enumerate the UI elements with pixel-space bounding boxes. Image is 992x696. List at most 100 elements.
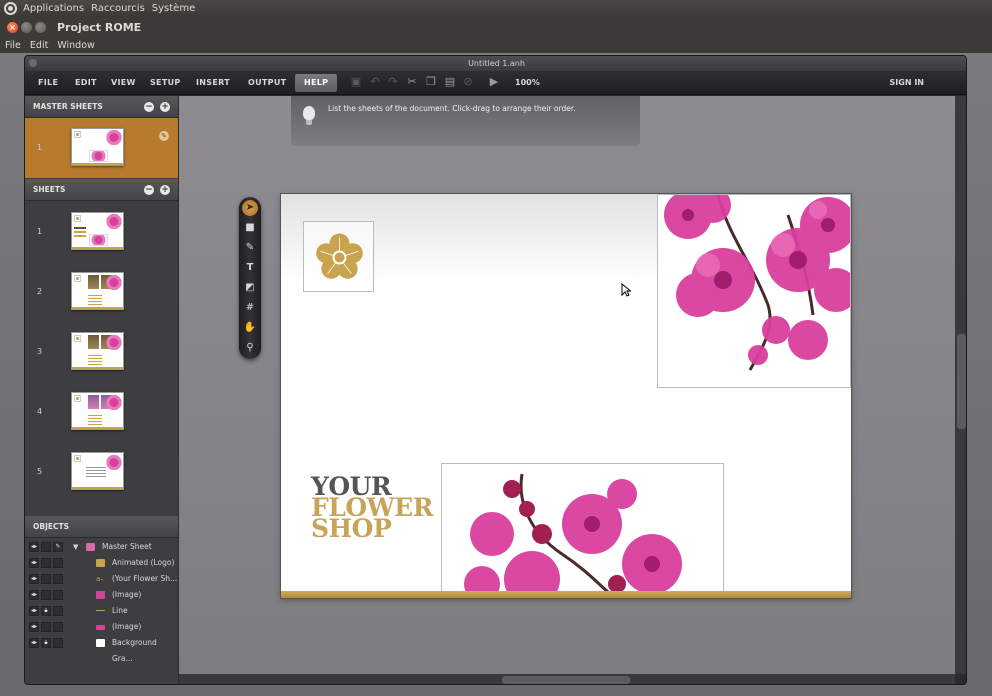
grid-tool-icon[interactable]: #	[242, 300, 258, 316]
window-title: Project ROME	[57, 20, 142, 34]
lightbulb-icon	[303, 106, 315, 125]
add-master-sheet-icon[interactable]: +	[160, 102, 170, 112]
os-menu-system[interactable]: Système	[152, 3, 195, 14]
lock-toggle-icon[interactable]	[41, 622, 51, 632]
menu-window[interactable]: Window	[57, 40, 94, 51]
sheets-title: SHEETS	[33, 185, 66, 194]
object-row[interactable]: ◂▸ 🔒︎ Background Gra...	[25, 635, 178, 663]
lock-toggle-icon[interactable]	[41, 574, 51, 584]
sheet-number: 2	[37, 287, 43, 296]
edit-toggle-icon[interactable]	[53, 558, 63, 568]
expand-arrow-icon[interactable]: ▼	[73, 539, 78, 555]
orchid-image-bottom[interactable]	[441, 463, 724, 598]
shop-headline[interactable]: YOUR FLOWER SHOP	[311, 474, 434, 541]
toolbar-view[interactable]: VIEW	[111, 71, 136, 95]
window-maximize-icon[interactable]	[35, 21, 46, 33]
master-sheet-thumbnail	[71, 128, 124, 166]
window-titlebar: × Project ROME	[0, 17, 992, 37]
lock-toggle-icon[interactable]	[41, 542, 51, 552]
object-row[interactable]: ◂▸ 🔒︎ Line	[25, 603, 178, 619]
edit-toggle-icon[interactable]	[53, 574, 63, 584]
object-row[interactable]: ◂▸ Animated (Logo)	[25, 555, 178, 571]
delete-icon[interactable]: ⊘	[462, 76, 474, 88]
sheet-item[interactable]: 1	[25, 202, 178, 262]
visibility-toggle-icon[interactable]: ◂▸	[29, 558, 39, 568]
visibility-toggle-icon[interactable]: ◂▸	[29, 590, 39, 600]
copy-icon[interactable]: ❐	[425, 76, 437, 88]
brush-tool-icon[interactable]: ✎	[242, 240, 258, 256]
vertical-scrollbar[interactable]	[955, 96, 966, 674]
text-tool-icon[interactable]: T	[242, 260, 258, 276]
toolbar-setup[interactable]: SETUP	[150, 71, 181, 95]
os-menu-shortcuts[interactable]: Raccourcis	[91, 3, 145, 14]
toolbar-output[interactable]: OUTPUT	[248, 71, 286, 95]
text-object-icon: a–	[96, 575, 104, 583]
lock-icon[interactable]: 🔒︎	[41, 638, 51, 648]
gold-line[interactable]	[281, 591, 851, 598]
toolbar-edit[interactable]: EDIT	[75, 71, 97, 95]
visibility-toggle-icon[interactable]: ◂▸	[29, 638, 39, 648]
objects-header: OBJECTS	[25, 516, 178, 538]
sheet-item[interactable]: 5	[25, 442, 178, 502]
rectangle-tool-icon[interactable]: ■	[242, 220, 258, 236]
visibility-toggle-icon[interactable]: ◂▸	[29, 622, 39, 632]
remove-sheet-icon[interactable]: −	[144, 185, 154, 195]
flower-logo-icon	[316, 233, 363, 279]
lock-icon[interactable]: 🔒︎	[41, 606, 51, 616]
preview-icon[interactable]: ▶	[488, 76, 500, 88]
toolbar-help[interactable]: HELP	[295, 74, 338, 92]
document-close-icon[interactable]	[29, 59, 37, 67]
paste-icon[interactable]: ▤	[444, 76, 456, 88]
save-icon[interactable]: ▣	[350, 76, 362, 88]
visibility-toggle-icon[interactable]: ◂▸	[29, 574, 39, 584]
remove-master-sheet-icon[interactable]: −	[144, 102, 154, 112]
object-label: Line	[112, 606, 128, 615]
object-row[interactable]: ◂▸ (Image)	[25, 619, 178, 635]
sign-in-button[interactable]: SIGN IN	[890, 71, 924, 95]
ubuntu-logo-icon[interactable]	[4, 2, 17, 15]
left-panel: MASTER SHEETS − + 1 ✎ SHEETS − + 1 2 3 4	[25, 96, 178, 684]
toolbar-insert[interactable]: INSERT	[196, 71, 230, 95]
master-sheet-item[interactable]: 1 ✎	[25, 118, 178, 178]
object-row[interactable]: ◂▸ ✎ ▼ Master Sheet	[25, 539, 178, 555]
edit-toggle-icon[interactable]	[53, 638, 63, 648]
window-close-icon[interactable]: ×	[7, 21, 18, 33]
zoom-level[interactable]: 100%	[515, 71, 540, 95]
image-object-icon	[96, 591, 105, 599]
document-page[interactable]: YOUR FLOWER SHOP	[281, 194, 851, 598]
horizontal-scroll-thumb[interactable]	[502, 676, 630, 684]
lock-toggle-icon[interactable]	[41, 590, 51, 600]
flower-logo[interactable]	[303, 221, 374, 292]
cut-icon[interactable]: ✂	[406, 76, 418, 88]
lock-toggle-icon[interactable]	[41, 558, 51, 568]
redo-icon[interactable]: ↷	[387, 76, 399, 88]
sheet-item[interactable]: 3	[25, 322, 178, 382]
add-sheet-icon[interactable]: +	[160, 185, 170, 195]
edit-toggle-icon[interactable]	[53, 606, 63, 616]
edit-master-icon[interactable]: ✎	[159, 131, 169, 141]
object-row[interactable]: ◂▸ a– (Your Flower Sh...	[25, 571, 178, 587]
menu-edit[interactable]: Edit	[30, 40, 48, 51]
edit-toggle-icon[interactable]	[53, 590, 63, 600]
window-minimize-icon[interactable]	[21, 21, 32, 33]
sheet-item[interactable]: 4	[25, 382, 178, 442]
zoom-tool-icon[interactable]: ⚲	[242, 340, 258, 356]
vertical-scroll-thumb[interactable]	[957, 334, 966, 429]
sheet-item[interactable]: 2	[25, 262, 178, 322]
logo-object-icon	[96, 559, 105, 567]
horizontal-scrollbar[interactable]	[179, 674, 955, 684]
orchid-image-top[interactable]	[657, 194, 851, 388]
hand-tool-icon[interactable]: ✋	[242, 320, 258, 336]
object-row[interactable]: ◂▸ (Image)	[25, 587, 178, 603]
menu-file[interactable]: File	[5, 40, 21, 51]
os-menu-applications[interactable]: Applications	[23, 3, 84, 14]
master-sheet-number: 1	[37, 143, 43, 152]
fill-tool-icon[interactable]: ◩	[242, 280, 258, 296]
select-tool-icon[interactable]: ➤	[242, 200, 258, 216]
edit-toggle-icon[interactable]: ✎	[53, 542, 63, 552]
toolbar-file[interactable]: FILE	[38, 71, 58, 95]
undo-icon[interactable]: ↶	[369, 76, 381, 88]
edit-toggle-icon[interactable]	[53, 622, 63, 632]
visibility-toggle-icon[interactable]: ◂▸	[29, 542, 39, 552]
visibility-toggle-icon[interactable]: ◂▸	[29, 606, 39, 616]
